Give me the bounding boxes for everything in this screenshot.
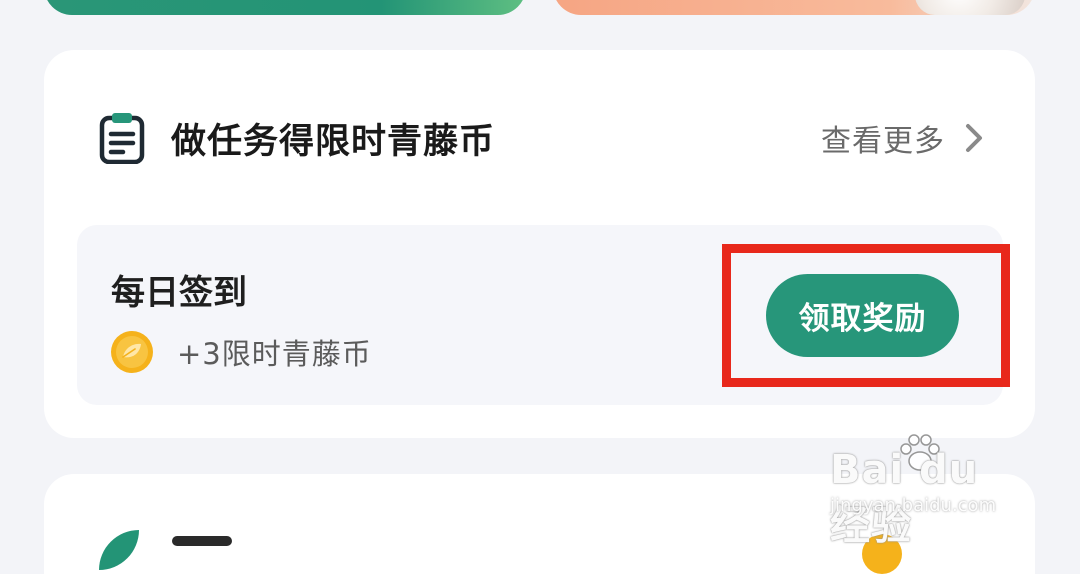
watermark-url: jingyan.baidu.com bbox=[830, 495, 997, 516]
section-header: 做任务得限时青藤币 查看更多 bbox=[99, 110, 985, 166]
task-name: 每日签到 bbox=[111, 273, 247, 313]
chevron-right-icon bbox=[966, 124, 982, 152]
section-title-partial bbox=[172, 536, 232, 546]
promo-banner-right[interactable] bbox=[553, 0, 1035, 15]
view-more-link[interactable]: 查看更多 bbox=[821, 116, 985, 160]
leaf-icon bbox=[99, 530, 139, 570]
leaf-coin-icon bbox=[111, 331, 153, 373]
view-more-label: 查看更多 bbox=[821, 124, 945, 159]
watermark: Bai du 经验 jingyan.baidu.com bbox=[822, 425, 1032, 549]
highlight-box bbox=[722, 244, 1010, 387]
clipboard-icon bbox=[99, 113, 145, 164]
banner-image bbox=[915, 0, 1025, 15]
section-title: 做任务得限时青藤币 bbox=[171, 121, 496, 162]
task-reward: +3限时青藤币 bbox=[177, 337, 372, 371]
promo-banner-left[interactable] bbox=[44, 0, 526, 15]
